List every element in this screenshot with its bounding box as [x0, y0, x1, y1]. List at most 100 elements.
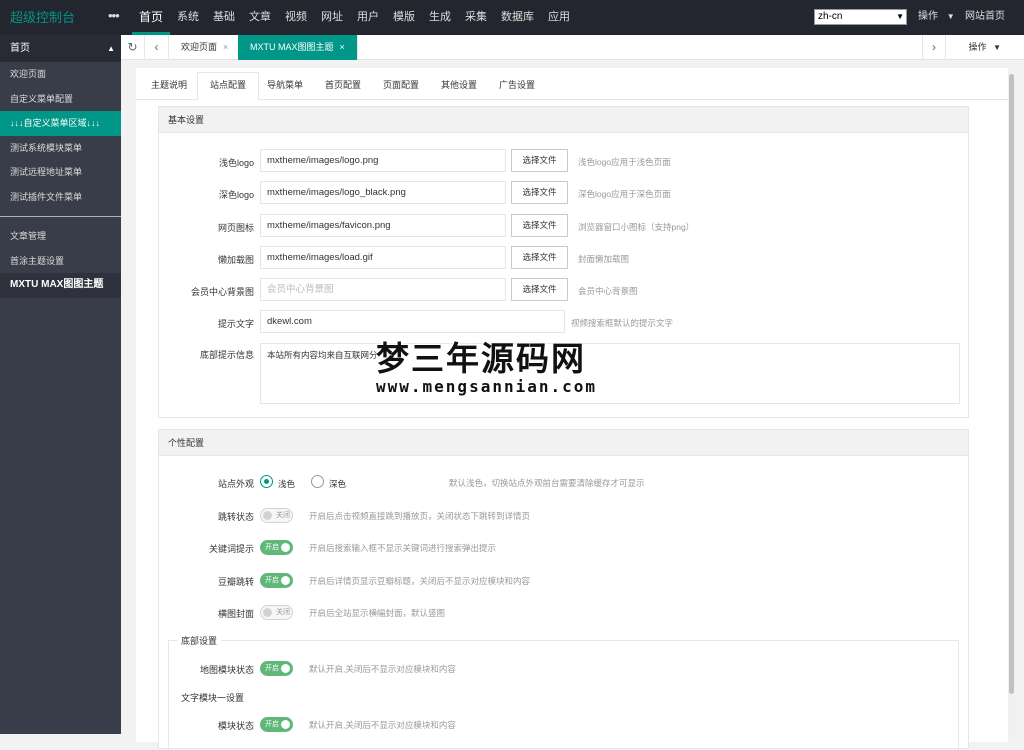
landscape-cover-tip: 开启后全站显示横幅封面，默认竖图: [309, 608, 446, 618]
content-area: 主题说明 站点配置 导航菜单 首页配置 页面配置 其他设置 广告设置 基本设置 …: [121, 60, 1024, 750]
footer-info-label: 底部提示信息: [199, 350, 254, 360]
sidebar-item-custom-menu[interactable]: 自定义菜单配置: [0, 87, 121, 112]
main-nav: 首页 系统 基础 文章 视频 网址 用户 模版 生成 采集 数据库 应用: [132, 0, 577, 35]
douban-jump-switch[interactable]: 开启: [260, 573, 293, 588]
jump-status-switch[interactable]: 关闭: [260, 508, 293, 523]
close-icon[interactable]: ×: [223, 42, 228, 52]
lazyload-tip: 封面懒加载图: [578, 254, 630, 264]
page-tab-bar: ↻ ‹ 欢迎页面 × MXTU MAX图图主题 × › 操作 ▼: [121, 35, 1024, 60]
nav-collect[interactable]: 采集: [458, 0, 494, 35]
sidebar-item-theme-settings[interactable]: 首涂主题设置: [0, 249, 121, 274]
appearance-tip: 默认浅色，切换站点外观前台需要清除缓存才可显示: [449, 478, 645, 488]
close-icon[interactable]: ×: [340, 42, 345, 52]
operate-label: 操作: [918, 11, 938, 22]
module-status-tip: 默认开启,关闭后不显示对应模块和内容: [309, 720, 456, 730]
prompt-text-tip: 视频搜索框默认的提示文字: [571, 318, 674, 328]
light-logo-tip: 浅色logo应用于浅色页面: [578, 157, 671, 167]
refresh-icon[interactable]: ↻: [121, 35, 145, 60]
footer-settings-legend: 底部设置: [177, 634, 222, 647]
module-status-label: 模块状态: [217, 721, 254, 731]
module-status-switch[interactable]: 开启: [260, 717, 293, 732]
pick-file-button[interactable]: 选择文件: [511, 181, 568, 204]
favicon-label: 网页图标: [217, 223, 254, 233]
sidebar-head-label: 首页: [10, 43, 30, 54]
nav-apps[interactable]: 应用: [541, 0, 577, 35]
tab-next-icon[interactable]: ›: [922, 35, 946, 60]
pick-file-button[interactable]: 选择文件: [511, 278, 568, 301]
settings-panel: 主题说明 站点配置 导航菜单 首页配置 页面配置 其他设置 广告设置 基本设置 …: [136, 68, 1008, 750]
prompt-text-label: 提示文字: [217, 319, 254, 329]
nav-basic[interactable]: 基础: [206, 0, 242, 35]
nav-generate[interactable]: 生成: [422, 0, 458, 35]
tab-theme-intro[interactable]: 主题说明: [139, 73, 199, 100]
light-logo-input[interactable]: mxtheme/images/logo.png: [260, 149, 506, 172]
dark-logo-input[interactable]: mxtheme/images/logo_black.png: [260, 181, 506, 204]
favicon-input[interactable]: mxtheme/images/favicon.png: [260, 214, 506, 237]
radio-light[interactable]: [260, 475, 273, 488]
sidebar-item-mxtu-theme[interactable]: MXTU MAX图图主题: [0, 273, 121, 298]
tab-nav-menu[interactable]: 导航菜单: [255, 73, 315, 100]
language-value: zh-cn: [818, 11, 843, 22]
top-navbar: 超级控制台 ••• 首页 系统 基础 文章 视频 网址 用户 模版 生成 采集 …: [0, 0, 1024, 35]
sidebar-item-test-system[interactable]: 测试系统模块菜单: [0, 136, 121, 161]
text-module-legend: 文字模块一设置: [177, 691, 249, 704]
tab-site-config[interactable]: 站点配置: [197, 72, 260, 101]
tab-mxtu-theme[interactable]: MXTU MAX图图主题 ×: [238, 35, 358, 60]
light-logo-label: 浅色logo: [218, 158, 254, 168]
radio-dark-label[interactable]: 深色: [329, 478, 346, 490]
tab-operate-label: 操作: [968, 42, 987, 52]
map-module-tip: 默认开启,关闭后不显示对应模块和内容: [309, 664, 456, 674]
pick-file-button[interactable]: 选择文件: [511, 214, 568, 237]
member-bg-input[interactable]: 会员中心背景图: [260, 278, 506, 301]
menu-toggle-icon[interactable]: •••: [108, 0, 120, 32]
douban-jump-tip: 开启后详情页显示豆瓣标题，关闭后不显示对应模块和内容: [309, 576, 531, 586]
nav-database[interactable]: 数据库: [494, 0, 541, 35]
nav-url[interactable]: 网址: [314, 0, 350, 35]
tab-operate-menu[interactable]: 操作 ▼: [969, 35, 1001, 60]
nav-home[interactable]: 首页: [132, 0, 171, 35]
console-logo[interactable]: 超级控制台: [10, 0, 75, 35]
operate-menu[interactable]: 操作 ▼: [918, 0, 955, 33]
sidebar-item-articles[interactable]: 文章管理: [0, 224, 121, 249]
nav-user[interactable]: 用户: [350, 0, 386, 35]
footer-info-textarea[interactable]: 本站所有内容均来自互联网分: [260, 343, 960, 404]
caret-down-icon: ▼: [946, 12, 955, 21]
appearance-label: 站点外观: [217, 479, 254, 489]
map-module-label: 地图模块状态: [199, 665, 254, 675]
keyword-hint-switch[interactable]: 开启: [260, 540, 293, 555]
tab-welcome[interactable]: 欢迎页面 ×: [169, 35, 242, 60]
sidebar-item-welcome[interactable]: 欢迎页面: [0, 62, 121, 87]
site-home-link[interactable]: 网站首页: [965, 0, 1005, 33]
pick-file-button[interactable]: 选择文件: [511, 246, 568, 269]
nav-video[interactable]: 视频: [278, 0, 314, 35]
radio-dark[interactable]: [311, 475, 324, 488]
landscape-cover-switch[interactable]: 关闭: [260, 605, 293, 620]
sidebar-item-custom-area[interactable]: ↓↓↓自定义菜单区域↓↓↓: [0, 111, 121, 136]
tab-page-config[interactable]: 页面配置: [371, 73, 431, 100]
keyword-hint-label: 关键词提示: [208, 544, 254, 554]
tab-other-settings[interactable]: 其他设置: [429, 73, 489, 100]
tab-home-config[interactable]: 首页配置: [313, 73, 373, 100]
nav-article[interactable]: 文章: [242, 0, 278, 35]
pick-file-button[interactable]: 选择文件: [511, 149, 568, 172]
nav-template[interactable]: 模版: [386, 0, 422, 35]
nav-system[interactable]: 系统: [170, 0, 206, 35]
sidebar-item-test-plugin[interactable]: 测试插件文件菜单: [0, 185, 121, 210]
map-module-switch[interactable]: 开启: [260, 661, 293, 676]
landscape-cover-label: 横图封面: [217, 609, 254, 619]
lazyload-input[interactable]: mxtheme/images/load.gif: [260, 246, 506, 269]
sidebar-item-test-remote[interactable]: 测试远程地址菜单: [0, 160, 121, 185]
basic-settings-card: 基本设置 浅色logo mxtheme/images/logo.png 选择文件…: [158, 106, 969, 418]
language-select[interactable]: zh-cn ▼: [814, 9, 907, 25]
personal-settings-title: 个性配置: [159, 430, 968, 456]
favicon-tip: 浏览器窗口小图标（支持png）: [578, 222, 695, 232]
member-bg-tip: 会员中心背景图: [578, 286, 638, 296]
tab-prev-icon[interactable]: ‹: [145, 35, 169, 60]
prompt-text-input[interactable]: dkewl.com: [260, 310, 565, 333]
sidebar: 首页 ▲ 欢迎页面 自定义菜单配置 ↓↓↓自定义菜单区域↓↓↓ 测试系统模块菜单 …: [0, 35, 121, 734]
sidebar-head-home[interactable]: 首页 ▲: [0, 35, 121, 62]
scrollbar[interactable]: [1008, 72, 1015, 734]
scrollbar-thumb[interactable]: [1009, 74, 1014, 694]
tab-ad-settings[interactable]: 广告设置: [487, 73, 547, 100]
radio-light-label[interactable]: 浅色: [278, 478, 295, 490]
